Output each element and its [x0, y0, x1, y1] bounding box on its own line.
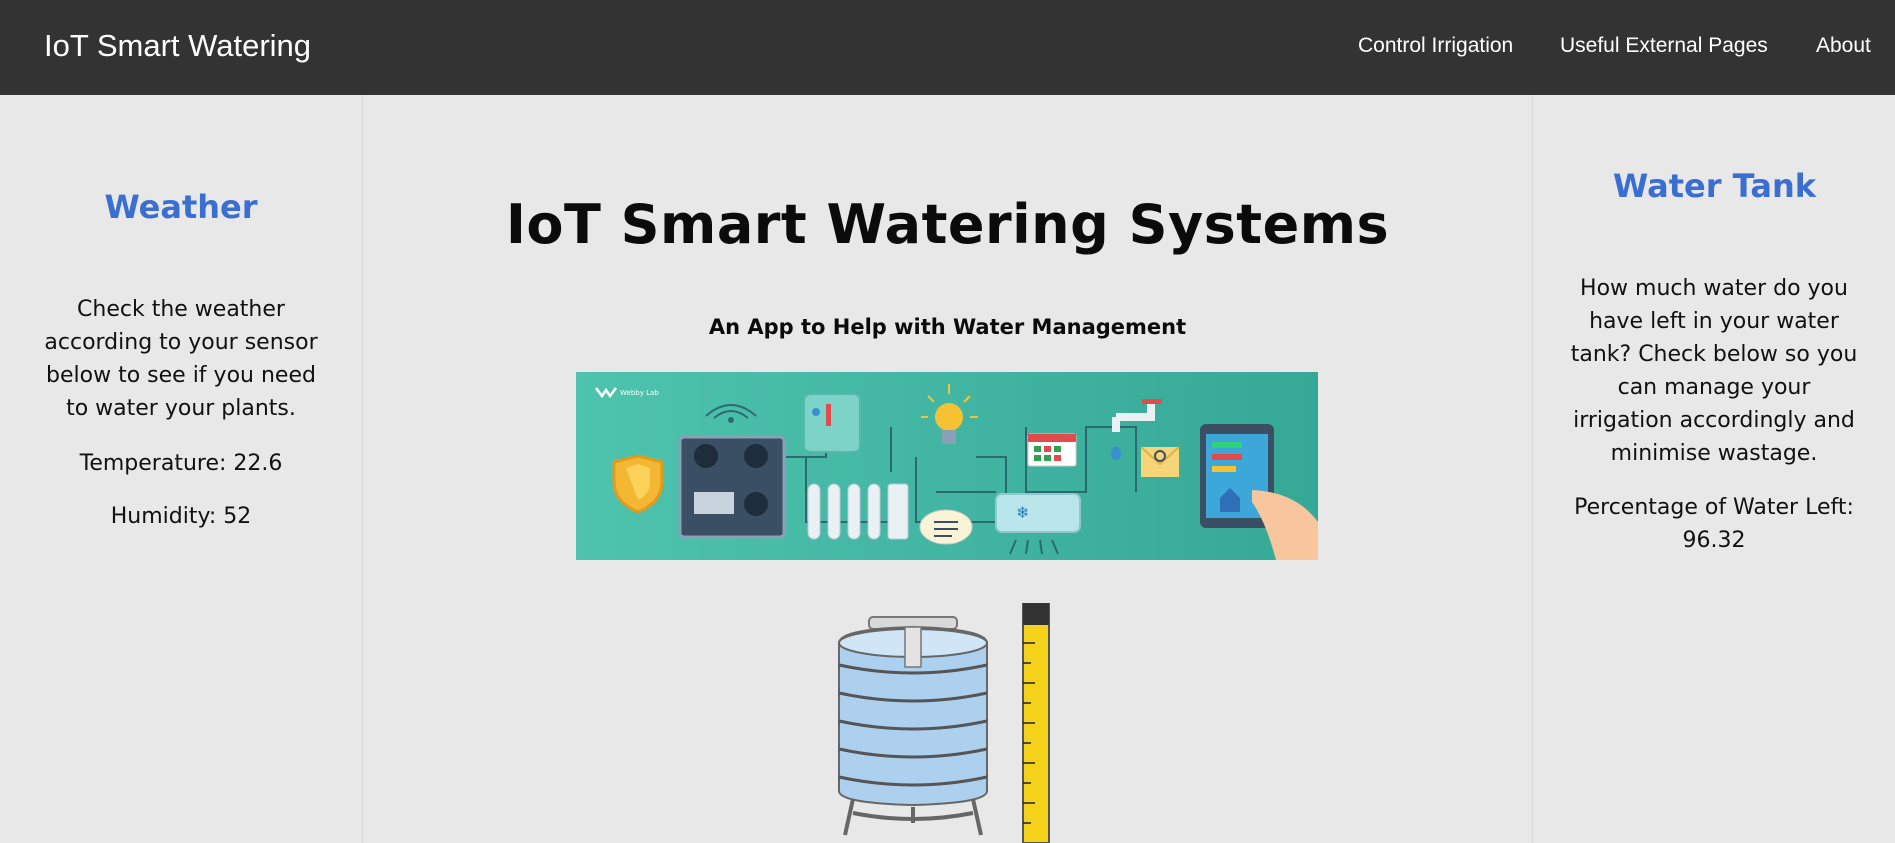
water-percentage-value: 96.32	[1682, 528, 1746, 553]
water-tank-icon	[838, 603, 1050, 843]
banner-logo-text: Webby Lab	[620, 389, 659, 397]
tablet-icon	[1200, 424, 1318, 560]
nav-control-irrigation[interactable]: Control Irrigation	[1358, 34, 1513, 58]
iot-banner-image: Webby Lab ❄	[576, 372, 1318, 560]
weather-description: Check the weather according to your sens…	[20, 293, 342, 425]
radiator-icon	[807, 483, 909, 540]
sensor-panel-icon	[678, 435, 786, 539]
air-conditioner-icon: ❄	[995, 493, 1081, 555]
main-content: IoT Smart Watering Systems An App to Hel…	[363, 95, 1532, 843]
weather-sidebar: Weather Check the weather according to y…	[0, 95, 363, 843]
svg-text:❄: ❄	[1016, 503, 1029, 522]
water-percentage-label: Percentage of Water Left:	[1574, 495, 1854, 520]
top-navbar: IoT Smart Watering Control Irrigation Us…	[0, 0, 1895, 95]
shield-icon	[612, 454, 664, 514]
weather-description-line: according to your sensor	[44, 330, 318, 355]
water-tank-sidebar: Water Tank How much water do you have le…	[1532, 95, 1895, 843]
temperature-reading: Temperature: 22.6	[79, 451, 283, 476]
wifi-icon	[705, 404, 757, 423]
email-icon	[1140, 446, 1180, 477]
weather-description-line: Check the weather	[77, 297, 285, 322]
water-tank-title: Water Tank	[1612, 167, 1817, 205]
chat-icon	[919, 509, 973, 545]
thermometer-icon	[803, 393, 861, 453]
nav-useful-external-pages[interactable]: Useful External Pages	[1560, 34, 1768, 58]
measuring-tape-icon	[1022, 603, 1050, 843]
humidity-reading: Humidity: 52	[110, 504, 252, 529]
nav-about[interactable]: About	[1816, 34, 1871, 58]
page-title: IoT Smart Watering Systems	[505, 193, 1390, 256]
calendar-icon	[1027, 433, 1077, 467]
weather-description-line: below to see if you need	[46, 363, 316, 388]
water-tank-description-line: irrigation accordingly and	[1573, 408, 1855, 433]
water-tank-description-line: minimise wastage.	[1610, 441, 1818, 466]
brand-link[interactable]: IoT Smart Watering	[44, 28, 311, 64]
weather-title: Weather	[104, 188, 258, 226]
lightbulb-icon	[921, 384, 978, 444]
water-tank-description-line: can manage your	[1617, 375, 1811, 400]
water-tank-description-line: have left in your water	[1589, 309, 1839, 334]
webbylab-logo-icon: Webby Lab	[595, 387, 659, 399]
water-percentage: Percentage of Water Left: 96.32	[1541, 491, 1887, 557]
water-tank-description-line: tank? Check below so you	[1570, 342, 1858, 367]
page-subtitle: An App to Help with Water Management	[708, 315, 1187, 339]
weather-description-line: to water your plants.	[66, 396, 296, 421]
water-tank-description: How much water do you have left in your …	[1541, 272, 1887, 470]
water-tank-description-line: How much water do you	[1580, 276, 1848, 301]
